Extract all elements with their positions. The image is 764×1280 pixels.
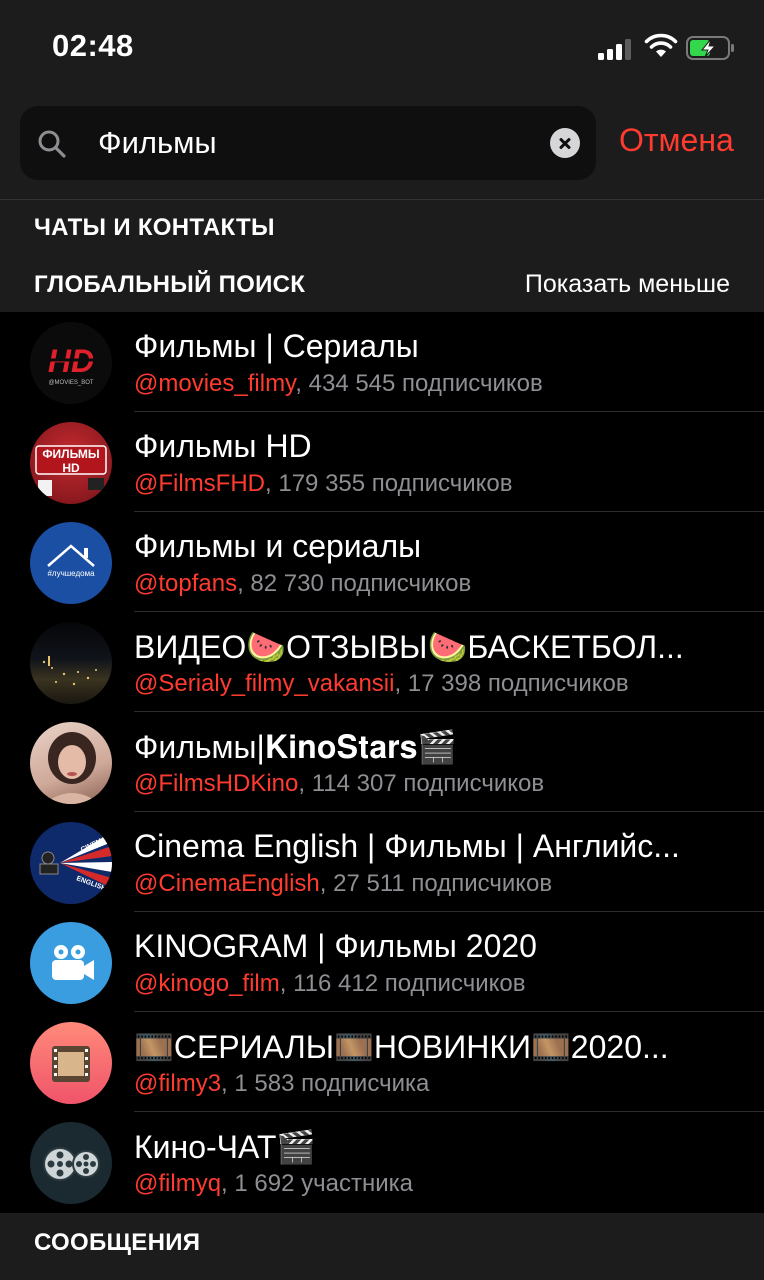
channel-subtitle: @filmyq, 1 692 участника — [134, 1170, 744, 1198]
channel-username[interactable]: @FilmsFHD — [134, 470, 265, 497]
portrait-photo — [30, 722, 112, 804]
global-search-results: HD @MOVIES_BOT Фильмы | Сериалы @movies_… — [0, 312, 764, 1213]
list-item[interactable]: ФИЛЬМЫ HD Фильмы HD @FilmsFHD, 179 355 п… — [0, 412, 764, 512]
svg-text:HD: HD — [62, 461, 80, 475]
channel-subscribers: , 1 583 подписчика — [221, 1070, 430, 1097]
list-item[interactable]: #лучшедома Фильмы и сериалы @topfans, 82… — [0, 512, 764, 612]
channel-subscribers: , 434 545 подписчиков — [295, 370, 543, 397]
channel-username[interactable]: @Serialy_filmy_vakansii — [134, 670, 394, 697]
list-item[interactable]: Кино-ЧАТ🎬 @filmyq, 1 692 участника — [0, 1112, 764, 1212]
channel-subscribers: , 17 398 подписчиков — [394, 670, 629, 697]
messages-header: СООБЩЕНИЯ — [0, 1213, 764, 1280]
channel-subtitle: @Serialy_filmy_vakansii, 17 398 подписчи… — [134, 670, 744, 698]
channel-title: Фильмы|𝐊𝐢𝐧𝐨𝐒𝐭𝐚𝐫𝐬🎬 — [134, 729, 458, 765]
channel-username[interactable]: @CinemaEnglish — [134, 870, 320, 897]
channel-username[interactable]: @topfans — [134, 570, 237, 597]
channel-subscribers: , 27 511 подписчиков — [319, 870, 553, 897]
channel-subscribers: , 179 355 подписчиков — [265, 470, 513, 497]
film-reels-icon — [30, 1122, 112, 1204]
channel-subtitle: @filmy3, 1 583 подписчика — [134, 1070, 744, 1098]
channel-subscribers: , 114 307 подписчиков — [298, 770, 545, 797]
hd-logo-icon: HD @MOVIES_BOT — [30, 322, 112, 404]
films-hd-badge-icon: ФИЛЬМЫ HD — [30, 422, 112, 504]
search-header: Отмена — [0, 96, 764, 200]
channel-title: Кино-ЧАТ🎬 — [134, 1129, 317, 1165]
list-item[interactable]: ВИДЕО🍉ОТЗЫВЫ🍉БАСКЕТБОЛ... @Serialy_filmy… — [0, 612, 764, 712]
video-camera-icon — [30, 922, 112, 1004]
show-less-button[interactable]: Показать меньше — [525, 270, 730, 299]
list-item[interactable]: CINEMA ENGLISH Cinema English | Фильмы |… — [0, 812, 764, 912]
channel-username[interactable]: @filmyq — [134, 1170, 221, 1197]
night-city-photo — [30, 622, 112, 704]
channel-subtitle: @movies_filmy, 434 545 подписчиков — [134, 370, 744, 398]
channel-title: Cinema English | Фильмы | Английс... — [134, 828, 680, 864]
channel-subtitle: @CinemaEnglish, 27 511 подписчиков — [134, 870, 744, 898]
list-item[interactable]: HD @MOVIES_BOT Фильмы | Сериалы @movies_… — [0, 312, 764, 412]
section-title-global-search: ГЛОБАЛЬНЫЙ ПОИСК — [34, 271, 306, 298]
channel-subtitle: @kinogo_film, 116 412 подписчиков — [134, 970, 744, 998]
search-box[interactable] — [20, 106, 596, 180]
search-icon — [38, 130, 66, 158]
channel-subtitle: @topfans, 82 730 подписчиков — [134, 570, 744, 598]
svg-text:ФИЛЬМЫ: ФИЛЬМЫ — [42, 447, 99, 461]
channel-subscribers: , 82 730 подписчиков — [237, 570, 472, 597]
channel-username[interactable]: @FilmsHDKino — [134, 770, 298, 797]
film-strip-icon — [30, 1022, 112, 1104]
chats-contacts-header[interactable]: ЧАТЫ И КОНТАКТЫ — [0, 200, 764, 254]
channel-subtitle: @FilmsFHD, 179 355 подписчиков — [134, 470, 744, 498]
clear-search-button[interactable] — [550, 128, 580, 158]
list-item[interactable]: KINOGRAM | Фильмы 2020 @kinogo_film, 116… — [0, 912, 764, 1012]
house-icon: #лучшедома — [30, 522, 112, 604]
section-title-messages: СООБЩЕНИЯ — [34, 1229, 201, 1256]
channel-subtitle: @FilmsHDKino, 114 307 подписчиков — [134, 770, 744, 798]
status-time: 02:48 — [52, 28, 134, 63]
channel-title: Фильмы | Сериалы — [134, 328, 419, 364]
search-input[interactable] — [98, 120, 538, 166]
channel-username[interactable]: @filmy3 — [134, 1070, 221, 1097]
wifi-icon — [644, 33, 678, 57]
svg-text:@MOVIES_BOT: @MOVIES_BOT — [48, 380, 93, 386]
channel-username[interactable]: @movies_filmy — [134, 370, 295, 397]
svg-text:#лучшедома: #лучшедома — [47, 569, 95, 578]
list-item[interactable]: Фильмы|𝐊𝐢𝐧𝐨𝐒𝐭𝐚𝐫𝐬🎬 @FilmsHDKino, 114 307 … — [0, 712, 764, 812]
channel-title: Фильмы и сериалы — [134, 528, 422, 564]
channel-username[interactable]: @kinogo_film — [134, 970, 280, 997]
battery-charging-icon — [686, 36, 734, 60]
channel-title: 🎞️СЕРИАЛЫ🎞️НОВИНКИ🎞️2020... — [134, 1029, 669, 1065]
cancel-button[interactable]: Отмена — [619, 122, 734, 159]
list-item[interactable]: 🎞️СЕРИАЛЫ🎞️НОВИНКИ🎞️2020... @filmy3, 1 5… — [0, 1012, 764, 1112]
cellular-signal-icon — [598, 38, 634, 60]
channel-title: KINOGRAM | Фильмы 2020 — [134, 928, 537, 964]
global-search-header: ГЛОБАЛЬНЫЙ ПОИСК Показать меньше — [0, 254, 764, 312]
channel-title: Фильмы HD — [134, 428, 312, 464]
section-title-chats-contacts: ЧАТЫ И КОНТАКТЫ — [34, 214, 275, 241]
channel-title: ВИДЕО🍉ОТЗЫВЫ🍉БАСКЕТБОЛ... — [134, 629, 684, 665]
cinema-camera-icon: CINEMA ENGLISH — [30, 822, 112, 904]
status-bar: 02:48 — [0, 0, 764, 96]
channel-subscribers: , 1 692 участника — [221, 1170, 413, 1197]
channel-subscribers: , 116 412 подписчиков — [279, 970, 526, 997]
